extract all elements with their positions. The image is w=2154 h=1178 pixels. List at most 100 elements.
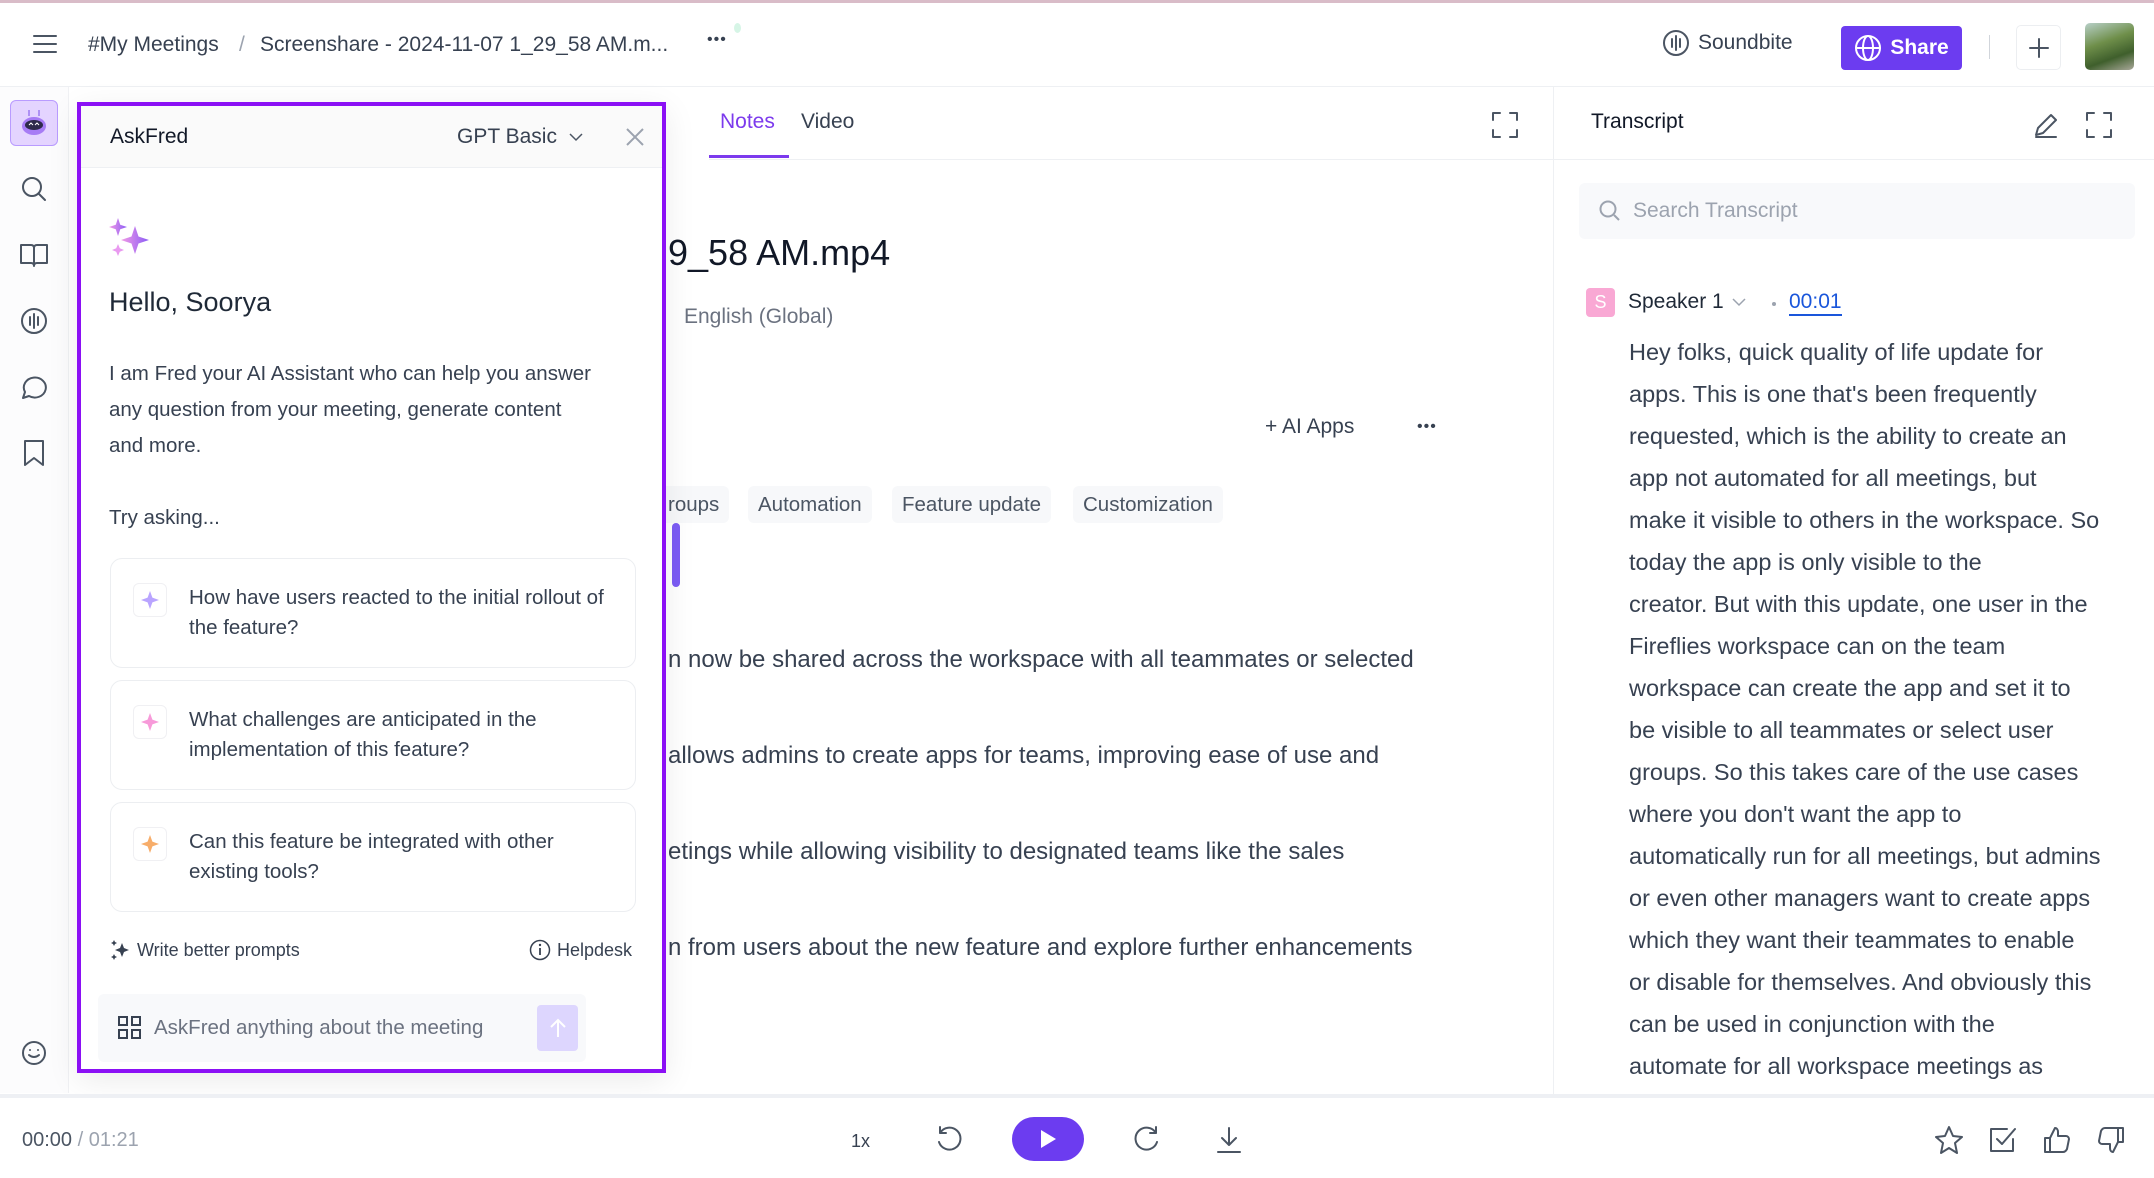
askfred-input[interactable]: AskFred anything about the meeting [98, 994, 586, 1062]
sparkles-icon [109, 218, 153, 262]
apps-grid-icon[interactable] [118, 1016, 142, 1040]
search-nav-button[interactable] [14, 169, 54, 209]
topic-tag[interactable]: Automation [748, 486, 872, 523]
active-tab-indicator [709, 155, 789, 158]
askfred-title: AskFred [110, 125, 189, 148]
suggestion-card[interactable]: How have users reacted to the initial ro… [110, 558, 636, 668]
hamburger-menu-icon[interactable] [32, 33, 58, 55]
topic-tag[interactable]: Customization [1073, 486, 1223, 523]
transcript-line: workspace can create the app and set it … [1629, 675, 2071, 701]
suggestion-card[interactable]: Can this feature be integrated with othe… [110, 802, 636, 912]
action-item-button[interactable] [1988, 1125, 2018, 1155]
try-asking-label: Try asking... [109, 506, 220, 529]
rewind-button[interactable] [935, 1125, 965, 1155]
play-button[interactable] [1012, 1117, 1084, 1161]
send-button[interactable] [537, 1005, 578, 1051]
write-better-prompts-link[interactable]: Write better prompts [109, 939, 300, 961]
feedback-nav-button[interactable] [14, 1033, 54, 1073]
more-options-button[interactable]: ••• [707, 31, 727, 49]
star-icon [1935, 1126, 1963, 1154]
tab-video[interactable]: Video [801, 110, 854, 134]
model-label: GPT Basic [457, 125, 557, 148]
transcript-line: make it visible to others in the workspa… [1629, 507, 2100, 533]
topic-tag[interactable]: Feature update [892, 486, 1052, 523]
suggestion-card[interactable]: What challenges are anticipated in the i… [110, 680, 636, 790]
thumbs-up-button[interactable] [2042, 1125, 2072, 1155]
intro-text: I am Fred your AI Assistant who can help… [109, 356, 591, 464]
chevron-down-icon[interactable] [1732, 297, 1746, 307]
smiley-icon [22, 1041, 46, 1065]
askfred-nav-button[interactable] [10, 100, 58, 146]
transcript-line: Fireflies workspace can on the team [1629, 633, 2006, 659]
speaker-name[interactable]: Speaker 1 [1628, 290, 1724, 314]
share-button[interactable]: Share [1841, 26, 1962, 70]
chat-nav-button[interactable] [14, 367, 54, 407]
forward-icon [1134, 1126, 1158, 1151]
model-selector[interactable]: GPT Basic [457, 125, 583, 149]
soundbite-button[interactable]: Soundbite [1662, 29, 1793, 57]
globe-icon [1855, 35, 1882, 61]
bookmark-nav-button[interactable] [14, 433, 54, 473]
scroll-indicator[interactable] [672, 523, 680, 587]
language-label[interactable]: English (Global) [684, 305, 833, 329]
rewind-icon [938, 1126, 962, 1151]
transcript-line: or even other managers want to create ap… [1629, 885, 2091, 911]
user-avatar[interactable] [2085, 23, 2134, 70]
chevron-down-icon [569, 133, 583, 142]
helpdesk-link[interactable]: Helpdesk [529, 939, 632, 961]
info-icon [529, 939, 551, 961]
thumbs-down-button[interactable] [2096, 1125, 2126, 1155]
left-rail [0, 87, 69, 1093]
edit-transcript-button[interactable] [2032, 111, 2060, 139]
timestamp-link[interactable]: 00:01 [1789, 290, 1842, 316]
askfred-header: AskFred GPT Basic [81, 106, 662, 168]
helpdesk-label: Helpdesk [557, 939, 633, 960]
close-askfred-button[interactable] [624, 126, 646, 148]
soundbites-nav-button[interactable] [14, 301, 54, 341]
transcript-line: creator. But with this update, one user … [1629, 591, 2088, 617]
close-icon [626, 128, 644, 146]
breadcrumb-separator: / [239, 33, 245, 56]
topic-tag[interactable]: roups [658, 486, 730, 523]
separator-dot [1772, 302, 1776, 306]
ai-apps-button[interactable]: + AI Apps [1265, 415, 1354, 439]
search-icon [22, 177, 46, 201]
transcript-line: which they want their teammates to enabl… [1629, 927, 2075, 953]
notes-line: etings while allowing visibility to desi… [668, 838, 1345, 865]
soundbite-icon [21, 308, 47, 334]
breadcrumb-root[interactable]: #My Meetings [88, 33, 219, 57]
fullscreen-icon [2086, 112, 2112, 138]
sparkle-icon [133, 705, 167, 739]
notes-more-button[interactable]: ••• [1417, 418, 1437, 436]
expand-transcript-button[interactable] [2085, 111, 2113, 139]
playback-speed-button[interactable]: 1x [851, 1131, 870, 1152]
star-button[interactable] [1934, 1125, 1964, 1155]
player-bar: 00:00 / 01:21 1x [0, 1094, 2154, 1178]
greeting: Hello, Soorya [109, 287, 272, 317]
write-better-prompts-label: Write better prompts [137, 939, 300, 960]
chat-icon [22, 376, 47, 399]
time-separator: / [77, 1129, 84, 1151]
add-button[interactable] [2016, 25, 2061, 70]
meeting-title: 9_58 AM.mp4 [668, 232, 891, 273]
transcript-line: app not automated for all meetings, but [1629, 465, 2037, 491]
thumbs-down-icon [2098, 1127, 2124, 1153]
library-nav-button[interactable] [14, 235, 54, 275]
forward-button[interactable] [1131, 1125, 1161, 1155]
time-display: 00:00 / 01:21 [22, 1129, 139, 1152]
speaker-avatar: S [1586, 288, 1615, 317]
duration: 01:21 [88, 1129, 139, 1151]
sparkle-icon [133, 583, 167, 617]
search-transcript-input[interactable]: Search Transcript [1579, 183, 2135, 239]
tab-notes[interactable]: Notes [720, 110, 775, 134]
checkbox-icon [1990, 1128, 2016, 1152]
share-label: Share [1890, 36, 1949, 59]
fullscreen-icon [1492, 112, 1518, 138]
transcript-line: Hey folks, quick quality of life update … [1629, 339, 2044, 365]
download-button[interactable] [1215, 1125, 1243, 1155]
expand-notes-button[interactable] [1491, 111, 1519, 139]
transcript-line: automate for all workspace meetings as [1629, 1053, 2044, 1079]
transcript-line: apps. This is one that's been frequently [1629, 381, 2037, 407]
intro-line: and more. [109, 434, 202, 457]
notes-line: n from users about the new feature and e… [668, 934, 1413, 961]
